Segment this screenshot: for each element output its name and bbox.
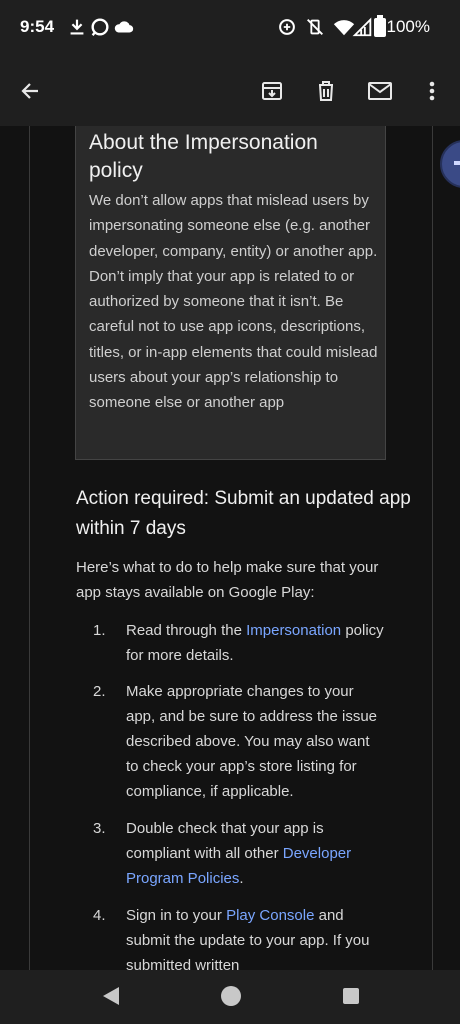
status-time: 9:54: [20, 17, 55, 36]
more-options-button[interactable]: [415, 74, 449, 108]
step-item: Double check that your app is compliant …: [126, 816, 386, 891]
recents-square-icon[interactable]: [341, 984, 361, 1008]
step-number: 2.: [93, 683, 106, 700]
battery-percent: 100%: [386, 17, 430, 36]
messenger-icon: [91, 18, 109, 36]
play-console-link[interactable]: Play Console: [226, 907, 314, 924]
step-item: Read through the Impersonation policy fo…: [126, 618, 386, 668]
content-border-right: [432, 126, 433, 970]
step-number: 4.: [93, 907, 106, 924]
signal-icon: [352, 17, 372, 37]
mark-unread-icon: [368, 82, 392, 100]
data-saver-icon: [279, 19, 295, 35]
email-body[interactable]: About the Impersonation policy We don’t …: [0, 126, 460, 970]
step-item: Sign in to your Play Console and submit …: [126, 903, 386, 970]
action-intro: Here’s what to do to help make sure that…: [76, 559, 379, 601]
app-bar: [0, 56, 460, 126]
more-vert-icon: [429, 81, 435, 101]
step-text: .: [239, 870, 244, 887]
step-item: Make appropriate changes to your app, an…: [126, 679, 386, 804]
vibrate-off-icon: [307, 19, 323, 35]
action-heading: Action required: Submit an updated app w…: [76, 488, 411, 539]
policy-description: We don’t allow apps that mislead users b…: [89, 192, 378, 412]
archive-button[interactable]: [255, 74, 289, 108]
back-triangle-icon[interactable]: [100, 984, 122, 1008]
home-circle-icon[interactable]: [219, 984, 243, 1008]
step-number: 1.: [93, 622, 106, 639]
navigation-bar: [0, 970, 460, 1024]
download-icon: [70, 19, 84, 35]
policy-title: About the Impersonation policy: [89, 131, 318, 182]
step-text: Read through the: [126, 622, 247, 639]
mark-unread-button[interactable]: [363, 74, 397, 108]
policy-callout: About the Impersonation policy We don’t …: [75, 126, 386, 460]
impersonation-link[interactable]: Impersonation: [246, 622, 341, 639]
status-bar: 9:54 100%: [0, 0, 460, 56]
cloud-icon: [114, 21, 134, 33]
delete-button[interactable]: [309, 74, 343, 108]
step-text: Make appropriate changes to your app, an…: [126, 683, 378, 800]
back-arrow-icon: [21, 83, 38, 99]
content-border-left: [29, 126, 30, 970]
back-button[interactable]: [13, 74, 47, 108]
delete-icon: [319, 81, 333, 101]
step-text: Sign in to your: [126, 907, 227, 924]
archive-icon: [262, 82, 282, 100]
floating-button-peek[interactable]: [440, 140, 460, 188]
step-number: 3.: [93, 820, 106, 837]
